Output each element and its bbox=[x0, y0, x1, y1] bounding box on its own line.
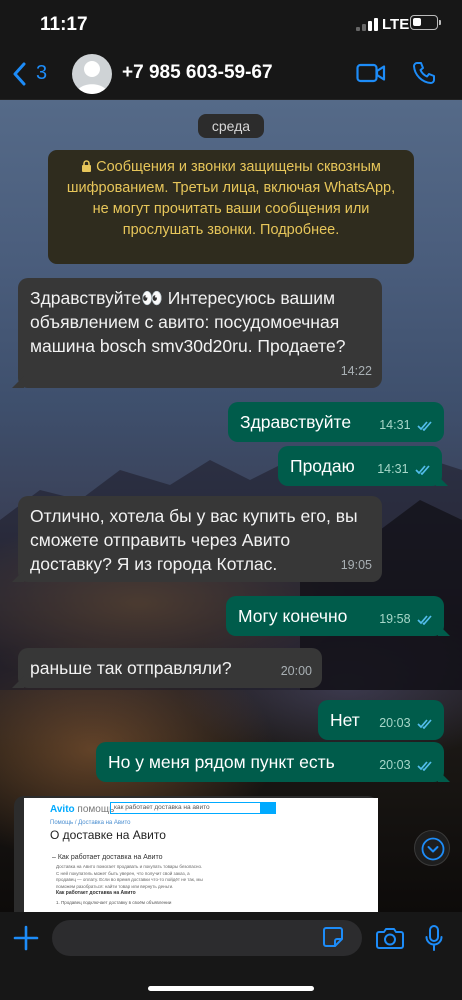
mic-icon bbox=[425, 925, 443, 951]
avatar[interactable] bbox=[72, 54, 112, 94]
camera-button[interactable] bbox=[376, 926, 404, 955]
message-time: 19:58 bbox=[379, 612, 411, 626]
attach-button[interactable] bbox=[12, 924, 40, 952]
battery-icon bbox=[410, 15, 441, 30]
phone-icon bbox=[413, 62, 435, 84]
site-logo: Avito помощь bbox=[50, 804, 115, 815]
camera-icon bbox=[376, 928, 404, 949]
message-outgoing[interactable]: Здравствуйте 14:31 bbox=[228, 402, 444, 442]
chat-area[interactable]: среда Сообщения и звонки защищены сквозн… bbox=[0, 100, 462, 912]
message-text: Нет bbox=[330, 710, 360, 730]
read-ticks-icon bbox=[417, 615, 432, 626]
network-label: LTE bbox=[382, 16, 410, 33]
message-text: Продаю bbox=[290, 456, 355, 476]
sticker-icon bbox=[323, 927, 343, 947]
preview-breadcrumb: Помощь / Доставка на Авито bbox=[50, 820, 131, 826]
image-message[interactable]: Avito помощь как работает доставка на ав… bbox=[14, 796, 378, 912]
message-input-bar bbox=[0, 912, 462, 1000]
preview-page-title: О доставке на Авито bbox=[50, 828, 166, 842]
message-time: 14:31 bbox=[377, 462, 409, 476]
day-separator: среда bbox=[198, 114, 264, 138]
encryption-notice[interactable]: Сообщения и звонки защищены сквозным шиф… bbox=[48, 150, 414, 264]
read-ticks-icon bbox=[417, 421, 432, 432]
message-text: Здравствуйте bbox=[240, 412, 352, 432]
home-indicator bbox=[148, 986, 314, 991]
message-incoming[interactable]: Здравствуйте👀 Интересуюсь вашим объявлен… bbox=[18, 278, 382, 388]
message-input[interactable] bbox=[52, 920, 312, 956]
chevron-down-icon bbox=[421, 837, 445, 861]
message-outgoing[interactable]: Нет 20:03 bbox=[318, 700, 444, 740]
message-text: Здравствуйте👀 Интересуюсь вашим объявлен… bbox=[30, 288, 346, 356]
message-text: Но у меня рядом пункт есть bbox=[108, 752, 335, 772]
voice-call-button[interactable] bbox=[412, 61, 436, 90]
preview-list-item: 1. Продавец подключает доставку в своём … bbox=[56, 900, 172, 905]
sticker-button[interactable] bbox=[322, 926, 344, 953]
preview-body-text: Доставка на Авито помогает продавать и п… bbox=[56, 864, 203, 889]
contact-name[interactable]: +7 985 603-59-67 bbox=[122, 62, 273, 84]
read-ticks-icon bbox=[417, 761, 432, 772]
unread-count: 3 bbox=[36, 62, 48, 84]
screenshot-preview: Avito помощь как работает доставка на ав… bbox=[24, 798, 378, 912]
chat-header: 3 +7 985 603-59-67 bbox=[0, 48, 462, 100]
preview-section-heading: – Как работает доставка на Авито bbox=[52, 854, 163, 861]
message-text: Отлично, хотела бы у вас купить его, вы … bbox=[30, 506, 358, 574]
preview-subheading: Как работает доставка на Авито bbox=[56, 890, 136, 896]
scroll-down-button[interactable] bbox=[414, 830, 450, 866]
status-bar: 11:17 LTE bbox=[0, 0, 462, 48]
message-text: раньше так отправляли? bbox=[30, 658, 232, 678]
video-call-icon bbox=[356, 63, 386, 83]
status-time: 11:17 bbox=[40, 14, 88, 35]
message-text: Могу конечно bbox=[238, 606, 348, 626]
message-time: 14:22 bbox=[340, 364, 372, 378]
message-outgoing[interactable]: Продаю 14:31 bbox=[278, 446, 442, 486]
back-button[interactable]: 3 bbox=[12, 60, 56, 88]
preview-search-box: как работает доставка на авито bbox=[110, 802, 276, 814]
chevron-left-icon bbox=[13, 62, 26, 86]
video-call-button[interactable] bbox=[356, 62, 386, 89]
message-time: 19:05 bbox=[340, 558, 372, 572]
read-ticks-icon bbox=[417, 719, 432, 730]
message-time: 20:03 bbox=[379, 758, 411, 772]
message-field[interactable] bbox=[52, 920, 362, 956]
plus-icon bbox=[13, 925, 39, 951]
message-time: 14:31 bbox=[379, 418, 411, 432]
message-incoming[interactable]: Отлично, хотела бы у вас купить его, вы … bbox=[18, 496, 382, 582]
signal-icon bbox=[356, 17, 378, 31]
encryption-notice-text: Сообщения и звонки защищены сквозным шиф… bbox=[66, 159, 396, 238]
preview-search-button bbox=[260, 802, 276, 814]
message-time: 20:03 bbox=[379, 716, 411, 730]
message-time: 20:00 bbox=[280, 664, 312, 678]
message-incoming[interactable]: раньше так отправляли? 20:00 bbox=[18, 648, 322, 688]
message-outgoing[interactable]: Но у меня рядом пункт есть 20:03 bbox=[96, 742, 444, 782]
read-ticks-icon bbox=[415, 465, 430, 476]
lock-icon bbox=[82, 160, 92, 172]
mic-button[interactable] bbox=[424, 924, 444, 957]
avatar-icon bbox=[76, 61, 108, 94]
message-outgoing[interactable]: Могу конечно 19:58 bbox=[226, 596, 444, 636]
